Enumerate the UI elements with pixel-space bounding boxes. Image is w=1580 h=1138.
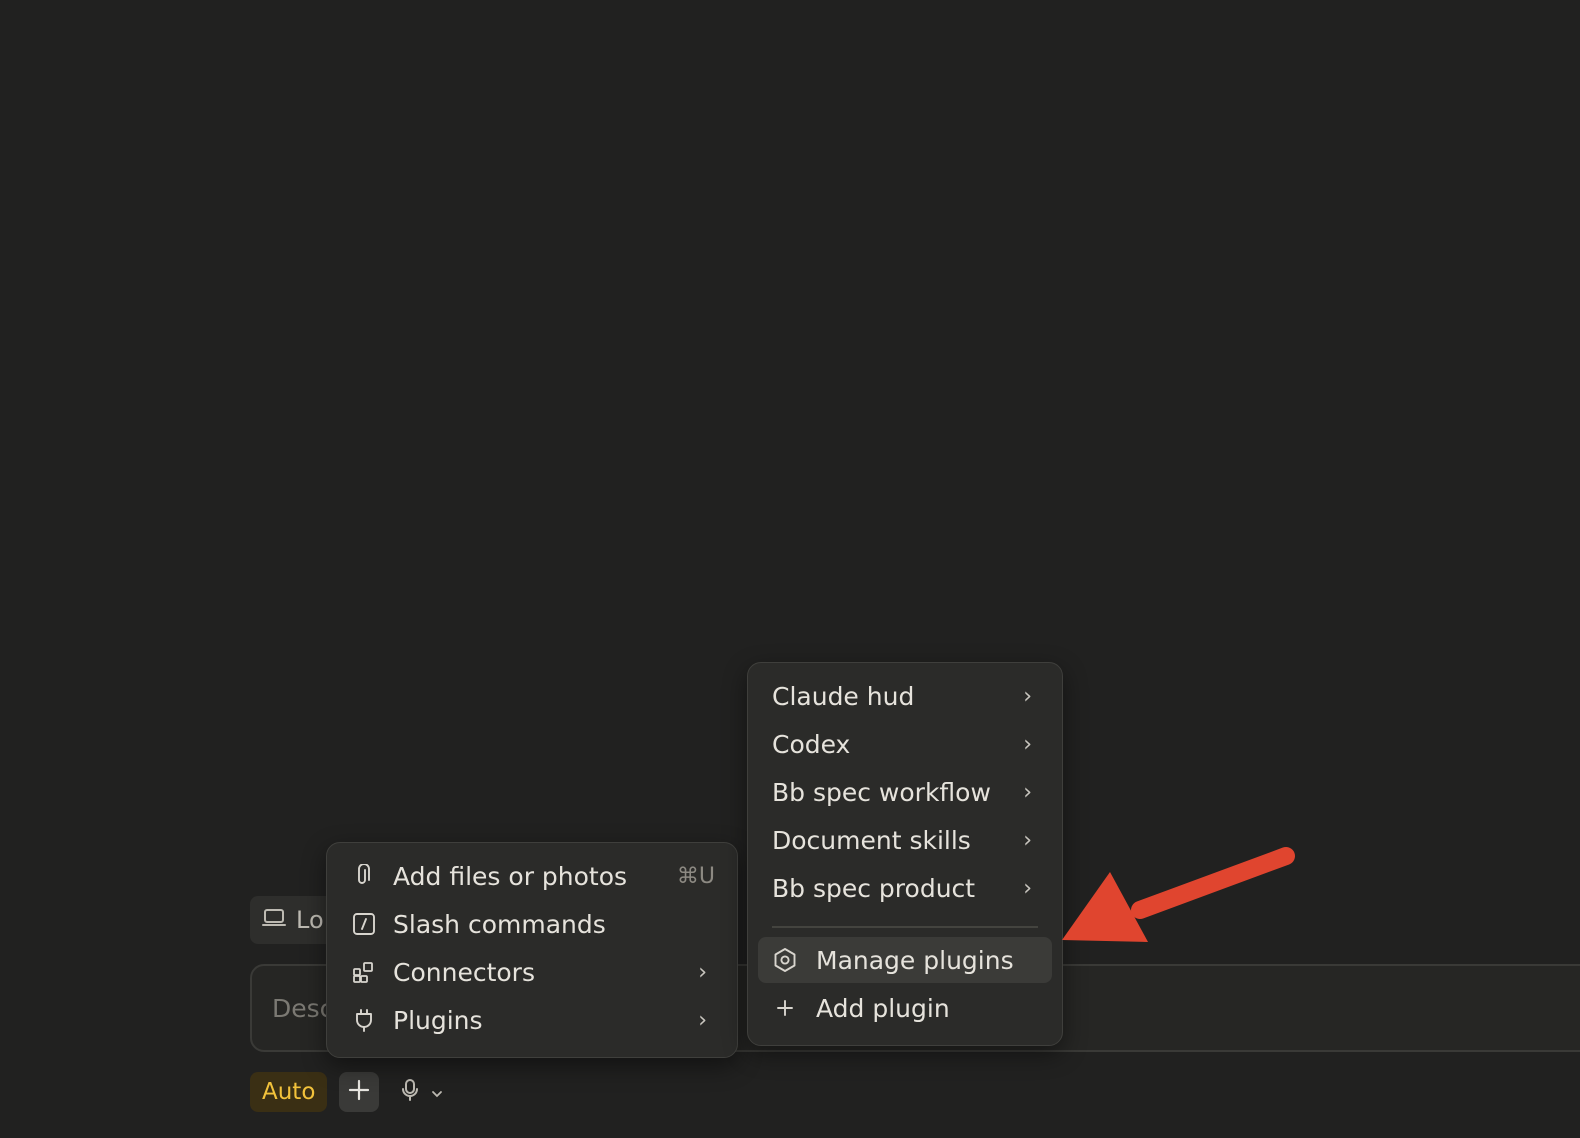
location-label: Lo xyxy=(296,906,324,934)
plus-icon xyxy=(772,995,798,1021)
microphone-icon xyxy=(401,1078,419,1106)
annotation-arrow-icon xyxy=(1062,847,1295,942)
chevron-right-icon: › xyxy=(1023,875,1032,901)
menu-item-plugins[interactable]: Plugins › xyxy=(337,997,727,1043)
plugin-item-claude-hud[interactable]: Claude hud › xyxy=(758,673,1052,719)
add-button[interactable] xyxy=(339,1072,380,1112)
chevron-down-icon xyxy=(431,1083,443,1102)
menu-item-connectors[interactable]: Connectors › xyxy=(337,949,727,995)
add-plugin-button[interactable]: Add plugin xyxy=(758,985,1052,1031)
chevron-right-icon: › xyxy=(1023,779,1032,805)
menu-divider xyxy=(772,926,1038,928)
plus-icon xyxy=(348,1079,370,1105)
mode-badge[interactable]: Auto xyxy=(250,1072,328,1112)
voice-input-button[interactable] xyxy=(401,1078,443,1106)
plugin-item-bb-spec-workflow[interactable]: Bb spec workflow › xyxy=(758,769,1052,815)
plugins-submenu: Claude hud › Codex › Bb spec workflow › … xyxy=(747,662,1063,1046)
paperclip-icon xyxy=(351,863,377,889)
plugin-item-bb-spec-product[interactable]: Bb spec product › xyxy=(758,865,1052,911)
plugin-item-document-skills[interactable]: Document skills › xyxy=(758,817,1052,863)
plugin-label: Bb spec product xyxy=(772,873,976,903)
chevron-right-icon: › xyxy=(698,959,707,985)
plugin-label: Bb spec workflow xyxy=(772,777,991,807)
manage-plugins-button[interactable]: Manage plugins xyxy=(758,937,1052,983)
plugin-label: Codex xyxy=(772,729,851,759)
add-plugin-label: Add plugin xyxy=(816,993,950,1023)
chevron-right-icon: › xyxy=(1023,731,1032,757)
chevron-right-icon: › xyxy=(1023,827,1032,853)
menu-item-slash-commands[interactable]: Slash commands xyxy=(337,901,727,947)
connectors-icon xyxy=(351,959,377,985)
chevron-right-icon: › xyxy=(698,1007,707,1033)
menu-item-label: Connectors xyxy=(393,957,535,987)
plugin-label: Document skills xyxy=(772,825,971,855)
menu-item-add-files[interactable]: Add files or photos ⌘U xyxy=(337,853,727,899)
manage-plugins-label: Manage plugins xyxy=(816,945,1014,975)
composer-toolbar: Auto xyxy=(250,1072,443,1112)
add-menu: Add files or photos ⌘U Slash commands Co… xyxy=(326,842,738,1058)
plug-icon xyxy=(351,1007,377,1033)
menu-item-label: Slash commands xyxy=(393,909,606,939)
menu-item-label: Add files or photos xyxy=(393,861,628,891)
laptop-icon xyxy=(262,906,286,934)
plugin-item-codex[interactable]: Codex › xyxy=(758,721,1052,767)
settings-hexagon-icon xyxy=(772,947,798,973)
plugin-label: Claude hud xyxy=(772,681,915,711)
slash-command-icon xyxy=(351,911,377,937)
menu-item-label: Plugins xyxy=(393,1005,483,1035)
chevron-right-icon: › xyxy=(1023,683,1032,709)
keyboard-shortcut: ⌘U xyxy=(676,863,715,889)
